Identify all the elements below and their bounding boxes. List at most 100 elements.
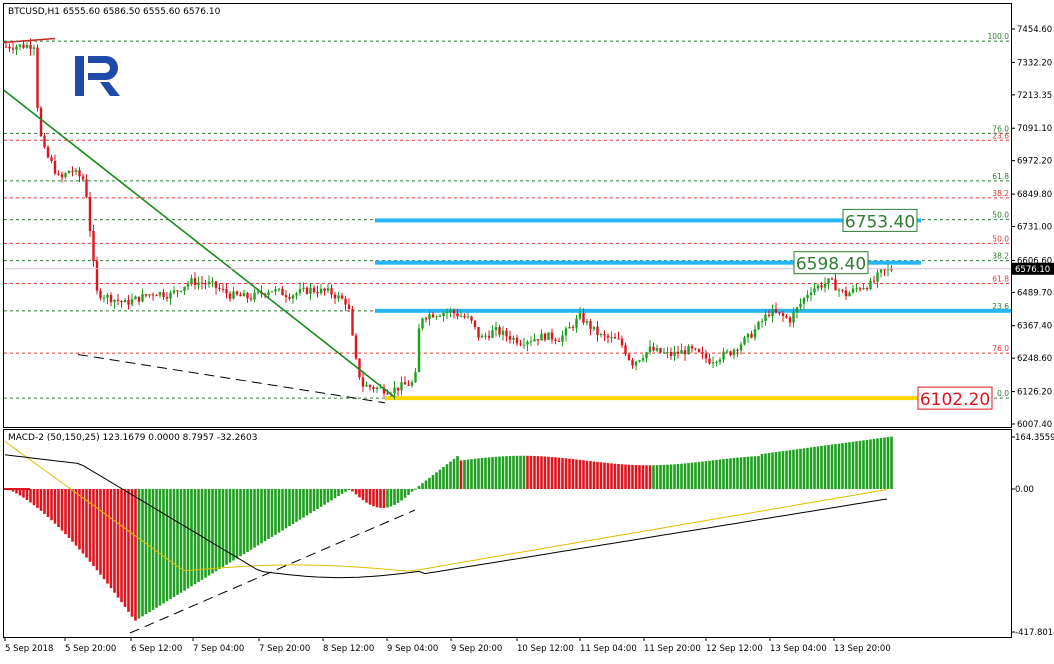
macd-bar [43, 489, 46, 514]
macd-bar [46, 489, 50, 518]
macd-bar [116, 489, 120, 598]
fib-level-label: 23.6 [992, 131, 1009, 140]
macd-title: MACD-2 (50,150,25) 123.1679 0.0000 8.795… [8, 433, 257, 443]
macd-bar [221, 489, 225, 567]
x-tick-label: 13 Sep 04:00 [770, 644, 827, 654]
macd-bar [883, 437, 886, 489]
y-tick-label: 6126.20 [1017, 388, 1052, 398]
macd-bar [827, 445, 830, 489]
macd-bar [309, 489, 312, 514]
macd-bar [120, 489, 123, 603]
macd-bar [344, 489, 347, 492]
price-annotation-label: 6102.20 [920, 390, 990, 410]
macd-bar [127, 489, 130, 612]
macd-bar [795, 449, 799, 489]
macd-bar [841, 443, 844, 489]
y-tick-label: 6849.80 [1017, 190, 1052, 200]
macd-bar [312, 489, 316, 512]
macd-bar [722, 459, 725, 489]
support-zone-low [385, 396, 921, 401]
macd-bar [582, 460, 585, 489]
macd-bar [613, 463, 617, 489]
fib-level-label: 100.0 [988, 32, 1010, 41]
macd-bar [298, 489, 302, 520]
macd-bar [851, 441, 855, 489]
macd-bar [487, 457, 491, 489]
macd-bar [848, 442, 851, 489]
macd-bar [715, 459, 718, 489]
fib-level-label: 61.8 [992, 275, 1009, 284]
x-tick-label: 5 Sep 2018 [5, 644, 53, 654]
macd-bar [316, 489, 319, 509]
support-zone [375, 308, 1011, 313]
macd-bar [358, 489, 361, 498]
macd-bar [249, 489, 253, 550]
macd-y-tick-label: 0.00 [1015, 485, 1034, 495]
macd-bar [659, 465, 662, 489]
macd-bar [711, 460, 715, 489]
chart-title: BTCUSD,H1 6555.60 6586.50 6555.60 6576.1… [8, 7, 221, 17]
macd-bar [354, 489, 358, 495]
x-tick-label: 8 Sep 12:00 [323, 644, 374, 654]
macd-bar [179, 489, 183, 593]
macd-bar [645, 465, 648, 489]
x-tick-label: 7 Sep 20:00 [259, 644, 310, 654]
x-tick-label: 12 Sep 12:00 [706, 644, 763, 654]
macd-bar [134, 489, 137, 621]
macd-bar [655, 465, 659, 489]
macd-bar [158, 489, 162, 606]
y-tick-label: 7213.35 [1017, 91, 1052, 101]
macd-bar [207, 489, 211, 576]
macd-bar [368, 489, 372, 505]
macd-bar [624, 464, 627, 489]
candle [270, 291, 274, 293]
x-tick-label: 11 Sep 20:00 [644, 644, 701, 654]
macd-bar [473, 458, 477, 489]
macd-bar [697, 461, 701, 489]
macd-bar [554, 457, 557, 489]
macd-bar [204, 489, 207, 578]
macd-bar [592, 461, 596, 489]
macd-bar [498, 456, 501, 489]
macd-bar [561, 457, 564, 489]
x-tick-label: 7 Sep 04:00 [193, 644, 244, 654]
macd-bar [858, 440, 862, 489]
macd-bar [515, 455, 519, 489]
candle [757, 320, 760, 331]
macd-bar [239, 489, 242, 557]
macd-bar [834, 444, 837, 489]
current-price-label: 6576.10 [1015, 265, 1050, 275]
macd-bar [270, 489, 274, 537]
macd-bar [729, 458, 732, 489]
macd-bar [435, 472, 438, 489]
macd-bar [424, 480, 428, 489]
candle [354, 332, 358, 361]
macd-bar [291, 489, 295, 524]
macd-bar [494, 456, 498, 489]
macd-bar [407, 489, 410, 495]
macd-bar [855, 441, 858, 489]
macd-bar [351, 489, 354, 492]
macd-bar [442, 466, 445, 489]
macd-bar [165, 489, 169, 602]
macd-bar [823, 445, 827, 489]
macd-bar [71, 489, 74, 542]
macd-bar [547, 456, 550, 489]
macd-bar [526, 455, 529, 489]
macd-bar [830, 444, 834, 489]
macd-bar [260, 489, 263, 544]
y-tick-label: 6972.20 [1017, 157, 1052, 167]
macd-bar [29, 489, 32, 503]
macd-bar [774, 452, 778, 489]
x-tick-label: 10 Sep 12:00 [517, 644, 574, 654]
macd-bar [505, 456, 508, 489]
macd-bar [508, 456, 512, 489]
macd-bar [421, 483, 424, 489]
macd-bar [865, 439, 869, 489]
time-axis: 5 Sep 2018 5 Sep 20:00 6 Sep 12:00 7 Sep 04… [4, 637, 891, 654]
macd-bar [99, 489, 102, 575]
candle [39, 105, 43, 138]
macd-bar [172, 489, 176, 598]
macd-bar [137, 489, 141, 619]
macd-bar [242, 489, 246, 555]
